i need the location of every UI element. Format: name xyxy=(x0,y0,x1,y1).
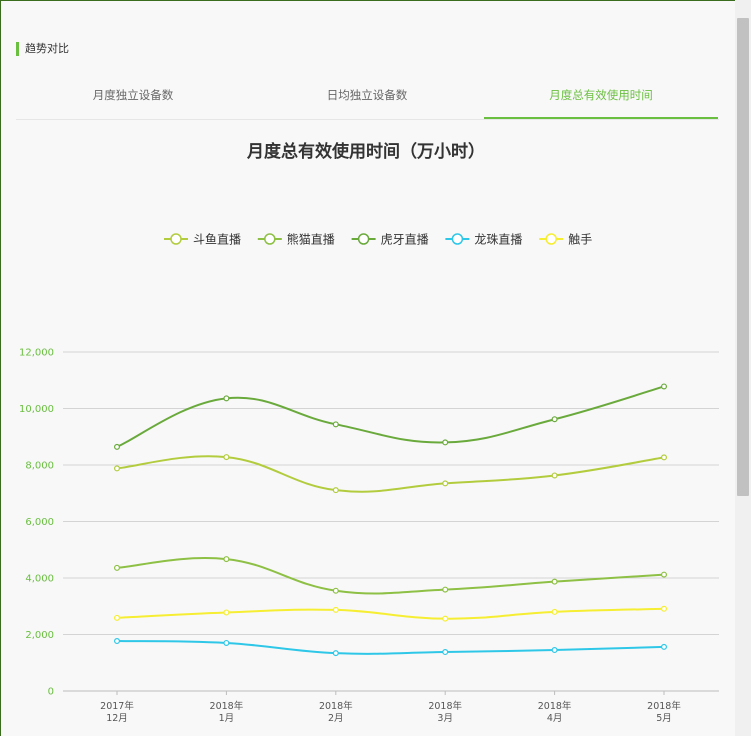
usage-time-line-chart: 月度总有效使用时间（万小时） 斗鱼直播 熊猫直播 虎牙直播 龙珠直播 触手 0 2,000… xyxy=(19,141,719,724)
x-tick-label: 2018年 3月 xyxy=(428,700,462,724)
legend-item[interactable]: 龙珠直播 xyxy=(445,233,522,247)
data-point[interactable] xyxy=(332,606,339,613)
x-tick-label: 2018年 4月 xyxy=(538,700,572,724)
data-point[interactable] xyxy=(660,643,667,650)
legend-marker xyxy=(357,233,370,245)
data-point[interactable] xyxy=(223,639,230,646)
plot-area xyxy=(113,383,667,657)
legend-marker xyxy=(451,233,464,245)
y-tick-label: 10,000 xyxy=(19,404,54,415)
legend-item[interactable]: 虎牙直播 xyxy=(351,233,429,247)
data-point[interactable] xyxy=(551,647,558,654)
x-tick-label: 2017年 12月 xyxy=(100,700,134,724)
data-point[interactable] xyxy=(442,615,449,622)
data-point[interactable] xyxy=(113,465,120,472)
data-point[interactable] xyxy=(551,608,558,615)
data-point[interactable] xyxy=(113,443,120,450)
data-point[interactable] xyxy=(442,649,449,656)
y-tick-label: 8,000 xyxy=(25,461,54,472)
y-tick-label: 12,000 xyxy=(19,348,54,359)
legend-label: 熊猫直播 xyxy=(287,232,335,247)
y-tick-label: 0 xyxy=(48,687,54,698)
data-point[interactable] xyxy=(223,609,230,616)
data-point[interactable] xyxy=(442,480,449,487)
data-point[interactable] xyxy=(442,439,449,446)
data-point[interactable] xyxy=(223,556,230,563)
x-tick-label: 2018年 1月 xyxy=(210,700,244,724)
chart-title: 月度总有效使用时间（万小时） xyxy=(246,141,485,162)
x-tick-label: 2018年 5月 xyxy=(647,700,681,724)
chart-legend: 斗鱼直播 熊猫直播 虎牙直播 龙珠直播 触手 xyxy=(164,232,592,247)
data-point[interactable] xyxy=(660,454,667,461)
data-point[interactable] xyxy=(442,586,449,593)
data-point[interactable] xyxy=(332,650,339,657)
data-point[interactable] xyxy=(113,637,120,644)
series-line xyxy=(116,385,665,448)
legend-label: 龙珠直播 xyxy=(474,233,522,247)
legend-label: 虎牙直播 xyxy=(381,233,429,247)
legend-item[interactable]: 熊猫直播 xyxy=(257,232,335,247)
y-axis: 0 2,000 4,000 6,000 8,000 10,000 12,000 xyxy=(19,348,54,698)
series-line xyxy=(116,639,665,655)
data-point[interactable] xyxy=(332,487,339,494)
data-point[interactable] xyxy=(113,564,120,571)
legend-label: 触手 xyxy=(568,233,592,247)
data-point[interactable] xyxy=(332,587,339,594)
legend-item[interactable]: 斗鱼直播 xyxy=(164,233,241,247)
series-line xyxy=(116,557,665,595)
legend-marker xyxy=(545,233,557,245)
x-tick-label: 2018年 2月 xyxy=(319,700,353,724)
chart-grid xyxy=(63,351,719,692)
data-point[interactable] xyxy=(223,454,230,461)
series-line xyxy=(116,607,665,620)
legend-marker xyxy=(264,233,276,245)
y-tick-label: 6,000 xyxy=(25,517,54,528)
data-point[interactable] xyxy=(660,605,667,612)
data-point[interactable] xyxy=(551,416,558,423)
x-axis: 2017年 12月 2018年 1月 2018年 2月 2018年 3月 2018年 4月 2018… xyxy=(100,691,681,724)
legend-label: 斗鱼直播 xyxy=(193,233,241,247)
data-point[interactable] xyxy=(113,614,120,621)
data-point[interactable] xyxy=(660,383,667,390)
vertical-scrollbar[interactable] xyxy=(735,0,751,736)
data-point[interactable] xyxy=(332,421,339,428)
series-line xyxy=(116,455,665,493)
data-point[interactable] xyxy=(551,472,558,479)
legend-item[interactable]: 触手 xyxy=(539,233,592,247)
scrollbar-thumb[interactable] xyxy=(737,18,749,496)
y-tick-label: 2,000 xyxy=(25,630,54,641)
y-tick-label: 4,000 xyxy=(25,574,54,585)
data-point[interactable] xyxy=(660,571,667,578)
data-point[interactable] xyxy=(551,578,558,585)
legend-marker xyxy=(170,233,182,245)
data-point[interactable] xyxy=(223,395,230,402)
